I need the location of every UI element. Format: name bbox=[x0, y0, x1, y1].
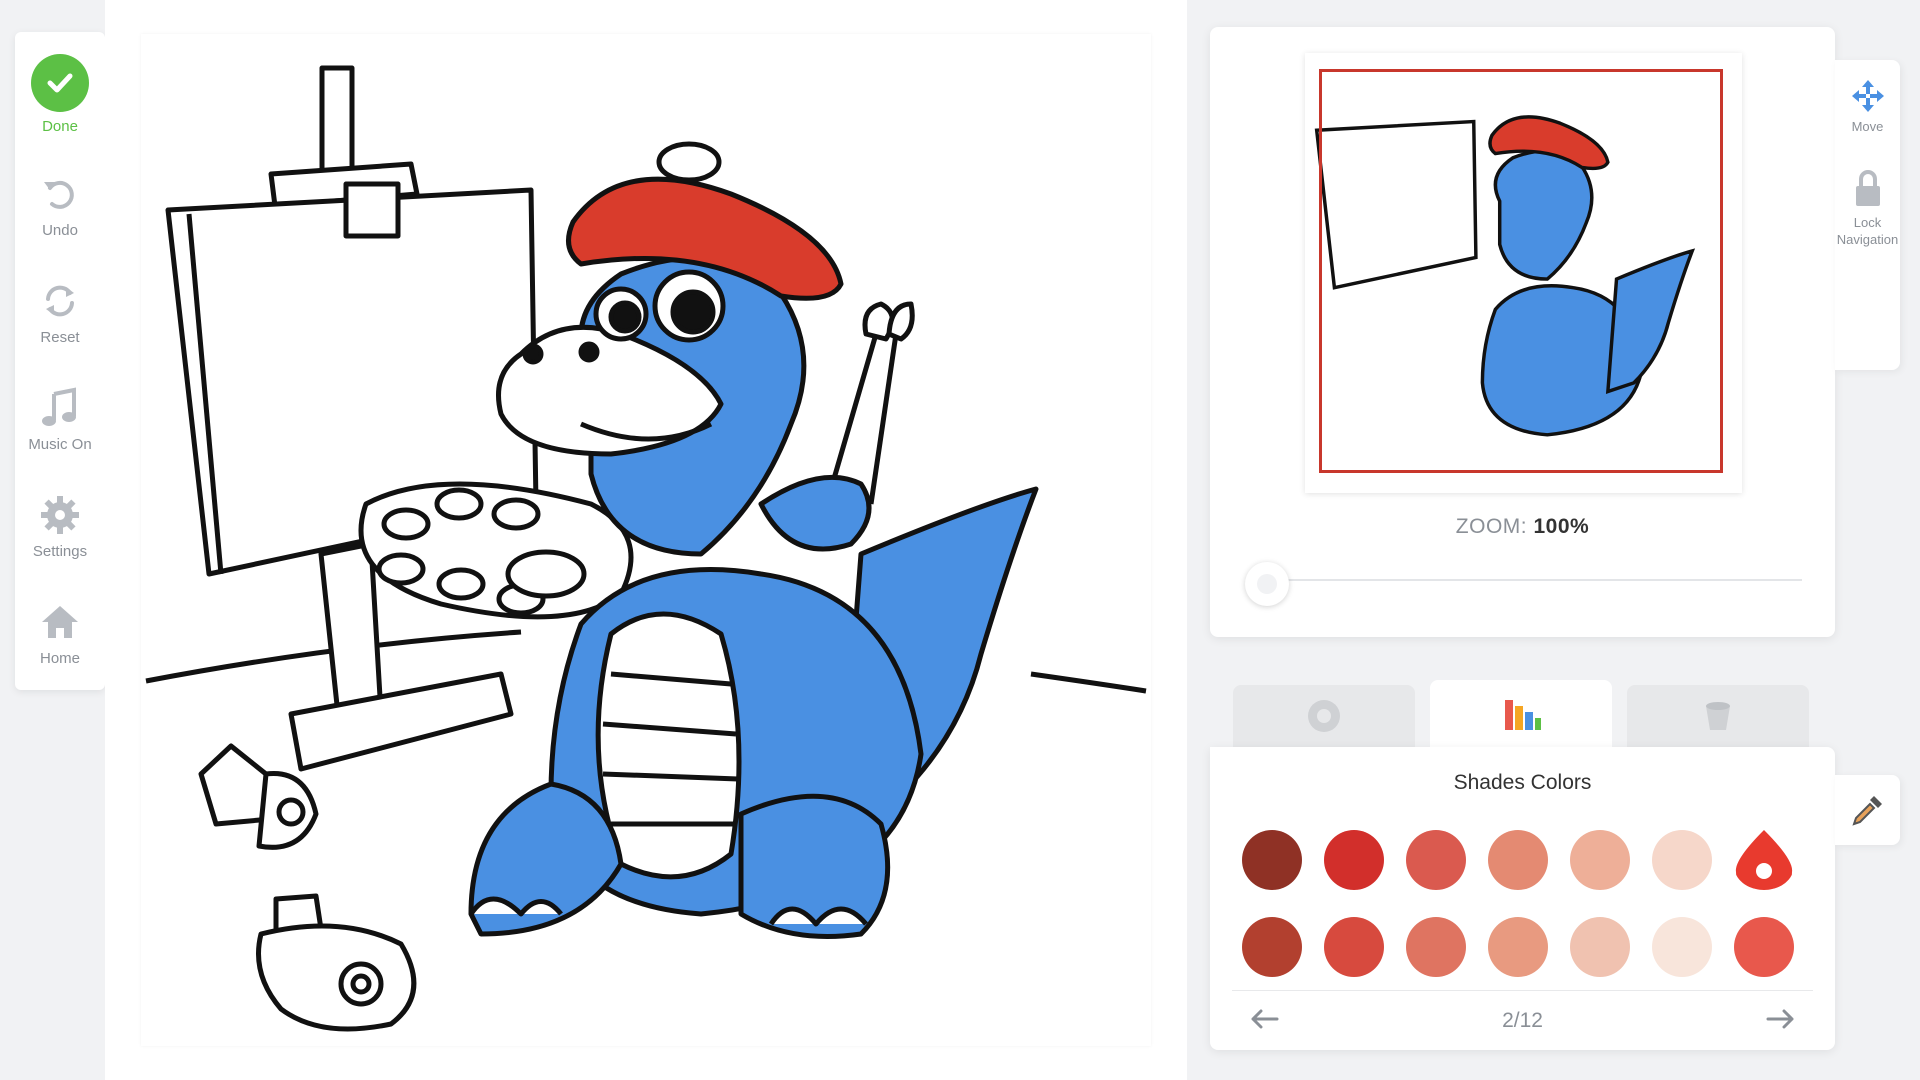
viewport-rectangle[interactable] bbox=[1319, 69, 1723, 473]
undo-button[interactable]: Undo bbox=[15, 172, 105, 239]
reset-button[interactable]: Reset bbox=[15, 279, 105, 346]
settings-button[interactable]: Settings bbox=[15, 493, 105, 560]
navigation-tools: Move Lock Navigation bbox=[1835, 60, 1900, 370]
preview-panel: ZOOM: 100% bbox=[1210, 27, 1835, 637]
color-swatch[interactable] bbox=[1488, 917, 1548, 977]
palette-panel: Shades Colors 2/12 bbox=[1210, 747, 1835, 1050]
music-toggle[interactable]: Music On bbox=[15, 386, 105, 453]
tab-shades[interactable] bbox=[1430, 680, 1612, 748]
music-icon bbox=[42, 387, 76, 426]
coloring-canvas[interactable] bbox=[141, 34, 1151, 1046]
selected-swatch[interactable] bbox=[1734, 830, 1794, 890]
zoom-slider-track[interactable] bbox=[1272, 579, 1802, 581]
selected-indicator bbox=[1756, 863, 1772, 879]
lock-label-line1: Lock bbox=[1853, 215, 1882, 230]
coloring-canvas-panel bbox=[105, 0, 1187, 1080]
palette-title: Shades Colors bbox=[1453, 771, 1592, 794]
color-swatch[interactable] bbox=[1734, 917, 1794, 977]
move-label: Move bbox=[1851, 119, 1884, 134]
zoom-readout: ZOOM: 100% bbox=[1210, 515, 1835, 539]
color-swatch[interactable] bbox=[1406, 830, 1466, 890]
settings-label: Settings bbox=[32, 543, 88, 560]
color-swatch[interactable] bbox=[1242, 917, 1302, 977]
zoom-slider-thumb[interactable] bbox=[1245, 562, 1289, 606]
coloring-artwork[interactable] bbox=[141, 34, 1151, 1046]
color-swatch[interactable] bbox=[1324, 830, 1384, 890]
undo-label: Undo bbox=[42, 222, 78, 239]
color-swatch[interactable] bbox=[1406, 917, 1466, 977]
move-icon bbox=[1851, 80, 1884, 112]
zoom-value: 100% bbox=[1533, 515, 1590, 538]
arrow-right-icon[interactable] bbox=[1760, 999, 1800, 1039]
color-swatch[interactable] bbox=[1488, 830, 1548, 890]
home-label: Home bbox=[39, 650, 80, 667]
eyedropper-icon bbox=[1851, 796, 1882, 826]
undo-icon bbox=[44, 180, 74, 209]
page-indicator: 2/12 bbox=[1502, 1009, 1543, 1032]
check-icon bbox=[31, 54, 89, 112]
gear-icon bbox=[41, 496, 79, 534]
zoom-label: ZOOM: bbox=[1455, 515, 1528, 538]
tab-paint-bucket[interactable] bbox=[1627, 685, 1809, 747]
preview-thumbnail[interactable] bbox=[1305, 53, 1742, 493]
lock-icon bbox=[1855, 170, 1880, 206]
lock-navigation-button[interactable]: Lock Navigation bbox=[1835, 168, 1900, 248]
color-swatch[interactable] bbox=[1324, 917, 1384, 977]
tab-color-wheel[interactable] bbox=[1233, 685, 1415, 747]
done-button[interactable]: Done bbox=[15, 54, 105, 135]
color-swatch[interactable] bbox=[1652, 917, 1712, 977]
lock-label-line2: Navigation bbox=[1836, 232, 1899, 247]
music-label: Music On bbox=[28, 436, 92, 453]
color-swatch[interactable] bbox=[1652, 830, 1712, 890]
color-swatch[interactable] bbox=[1570, 830, 1630, 890]
move-button[interactable]: Move bbox=[1835, 78, 1900, 135]
color-swatch[interactable] bbox=[1570, 917, 1630, 977]
left-toolbar: Done Undo Reset Music On Settings Home bbox=[15, 32, 105, 690]
reset-label: Reset bbox=[40, 329, 80, 346]
reset-icon bbox=[46, 285, 74, 317]
done-label: Done bbox=[42, 118, 78, 135]
color-wheel-icon bbox=[1308, 700, 1340, 732]
palette-divider bbox=[1232, 990, 1813, 991]
home-icon bbox=[42, 606, 78, 638]
color-swatch[interactable] bbox=[1242, 830, 1302, 890]
eyedropper-button[interactable] bbox=[1835, 775, 1900, 845]
home-button[interactable]: Home bbox=[15, 600, 105, 667]
shades-icon bbox=[1505, 700, 1541, 730]
bucket-icon bbox=[1706, 702, 1730, 730]
